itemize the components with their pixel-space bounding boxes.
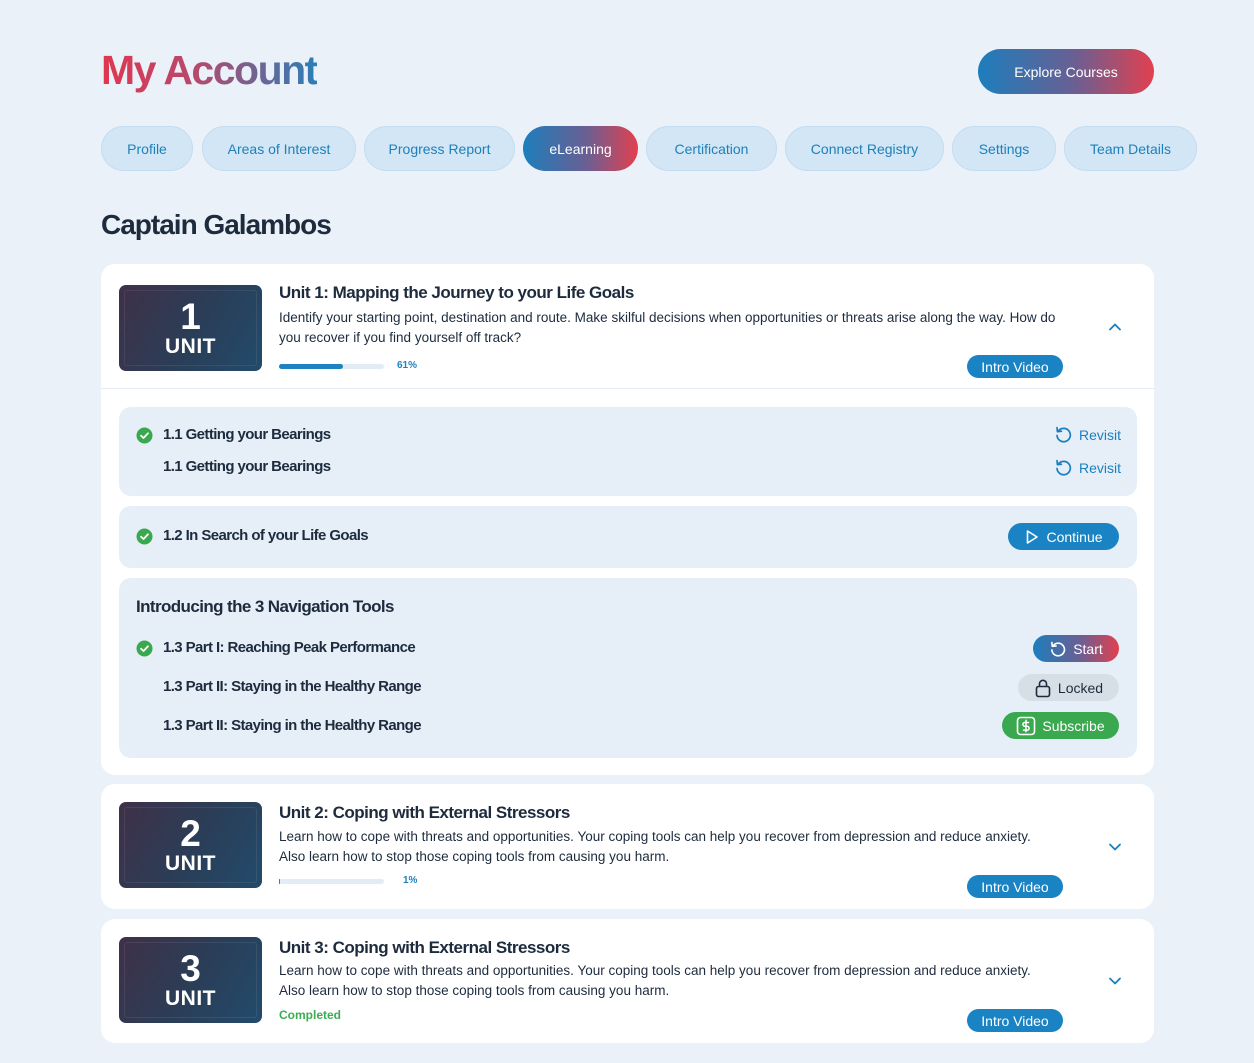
check-circle-icon bbox=[136, 528, 153, 545]
lesson-title: 1.3 Part I: Reaching Peak Performance bbox=[163, 639, 416, 656]
tab-profile[interactable]: Profile bbox=[101, 126, 193, 171]
revisit-button[interactable]: Revisit bbox=[1054, 458, 1121, 477]
locked-button[interactable]: Locked bbox=[1018, 674, 1119, 701]
unit-description: Learn how to cope with threats and oppor… bbox=[279, 963, 1031, 998]
chevron-up-icon[interactable] bbox=[1107, 319, 1123, 335]
tab-settings[interactable]: Settings bbox=[952, 126, 1056, 171]
subscribe-button[interactable]: Subscribe bbox=[1002, 712, 1119, 739]
progress-fill bbox=[279, 879, 281, 884]
lesson-title: 1.3 Part II: Staying in the Healthy Rang… bbox=[163, 717, 422, 734]
unit-badge: 1 UNIT bbox=[119, 285, 262, 371]
revisit-label: Revisit bbox=[1079, 459, 1122, 476]
intro-video-button[interactable]: Intro Video bbox=[967, 1009, 1063, 1032]
dollar-icon bbox=[1017, 716, 1036, 735]
unit-card: 3 UNIT Unit 3: Coping with External Stre… bbox=[101, 919, 1154, 1043]
continue-label: Continue bbox=[1046, 528, 1103, 545]
unit-word: UNIT bbox=[165, 852, 216, 875]
revisit-icon bbox=[1056, 426, 1072, 443]
unit-word: UNIT bbox=[165, 987, 216, 1010]
revisit-label: Revisit bbox=[1079, 426, 1122, 443]
unit-title: Unit 2: Coping with External Stressors bbox=[279, 803, 570, 822]
progress-bar bbox=[279, 879, 384, 884]
unit-word: UNIT bbox=[165, 335, 216, 358]
lesson-group: 1.2 In Search of your Life Goals Continu… bbox=[119, 506, 1137, 568]
lesson-group: 1.1 Getting your Bearings Revisit 1.1 Ge… bbox=[119, 407, 1137, 496]
revisit-icon bbox=[1056, 459, 1072, 476]
unit-description: Learn how to cope with threats and oppor… bbox=[279, 829, 1031, 864]
section-heading: Introducing the 3 Navigation Tools bbox=[136, 597, 395, 616]
completed-status: Completed bbox=[279, 1008, 342, 1022]
unit-description: Identify your starting point, destinatio… bbox=[279, 310, 1056, 345]
page-title: My Account bbox=[101, 44, 318, 96]
check-circle-icon bbox=[136, 640, 153, 657]
revisit-icon bbox=[1051, 641, 1066, 657]
start-button[interactable]: Start bbox=[1033, 635, 1119, 662]
continue-button[interactable]: Continue bbox=[1008, 523, 1119, 550]
progress-fill bbox=[279, 364, 344, 369]
tab-areas-of-interest[interactable]: Areas of Interest bbox=[202, 126, 356, 171]
unit-number: 1 bbox=[180, 296, 201, 337]
lesson-title: 1.1 Getting your Bearings bbox=[163, 426, 331, 443]
lesson-title: 1.3 Part II: Staying in the Healthy Rang… bbox=[163, 678, 422, 695]
unit-badge: 2 UNIT bbox=[119, 802, 262, 888]
tab-elearning[interactable]: eLearning bbox=[523, 126, 638, 171]
lock-icon bbox=[1035, 679, 1051, 697]
check-circle-icon bbox=[136, 427, 153, 444]
progress-bar bbox=[279, 364, 384, 369]
progress-percent: 61% bbox=[397, 360, 418, 371]
unit-card: 2 UNIT Unit 2: Coping with External Stre… bbox=[101, 784, 1154, 909]
unit-number: 3 bbox=[180, 948, 201, 989]
lesson-title: 1.1 Getting your Bearings bbox=[163, 458, 331, 475]
user-name: Captain Galambos bbox=[101, 209, 332, 240]
unit-title: Unit 3: Coping with External Stressors bbox=[279, 938, 570, 957]
tab-progress-report[interactable]: Progress Report bbox=[364, 126, 515, 171]
intro-video-button[interactable]: Intro Video bbox=[967, 355, 1063, 378]
unit-card: 1 UNIT Unit 1: Mapping the Journey to yo… bbox=[101, 264, 1154, 775]
divider bbox=[101, 388, 1154, 389]
subscribe-label: Subscribe bbox=[1042, 717, 1105, 734]
tab-team-details[interactable]: Team Details bbox=[1064, 126, 1197, 171]
progress-percent: 1% bbox=[403, 875, 418, 886]
locked-label: Locked bbox=[1057, 679, 1104, 696]
unit-number: 2 bbox=[180, 813, 201, 854]
chevron-down-icon[interactable] bbox=[1107, 839, 1123, 855]
play-icon bbox=[1027, 529, 1039, 544]
tab-certification[interactable]: Certification bbox=[646, 126, 777, 171]
unit-badge: 3 UNIT bbox=[119, 937, 262, 1023]
chevron-down-icon[interactable] bbox=[1107, 973, 1123, 989]
revisit-button[interactable]: Revisit bbox=[1054, 425, 1121, 444]
intro-video-button[interactable]: Intro Video bbox=[967, 875, 1063, 898]
unit-title: Unit 1: Mapping the Journey to your Life… bbox=[279, 283, 634, 302]
tab-connect-registry[interactable]: Connect Registry bbox=[785, 126, 944, 171]
explore-courses-button[interactable]: Explore Courses bbox=[978, 49, 1154, 94]
lesson-group: Introducing the 3 Navigation Tools 1.3 P… bbox=[119, 578, 1137, 758]
start-label: Start bbox=[1073, 640, 1103, 657]
lesson-title: 1.2 In Search of your Life Goals bbox=[163, 527, 369, 544]
